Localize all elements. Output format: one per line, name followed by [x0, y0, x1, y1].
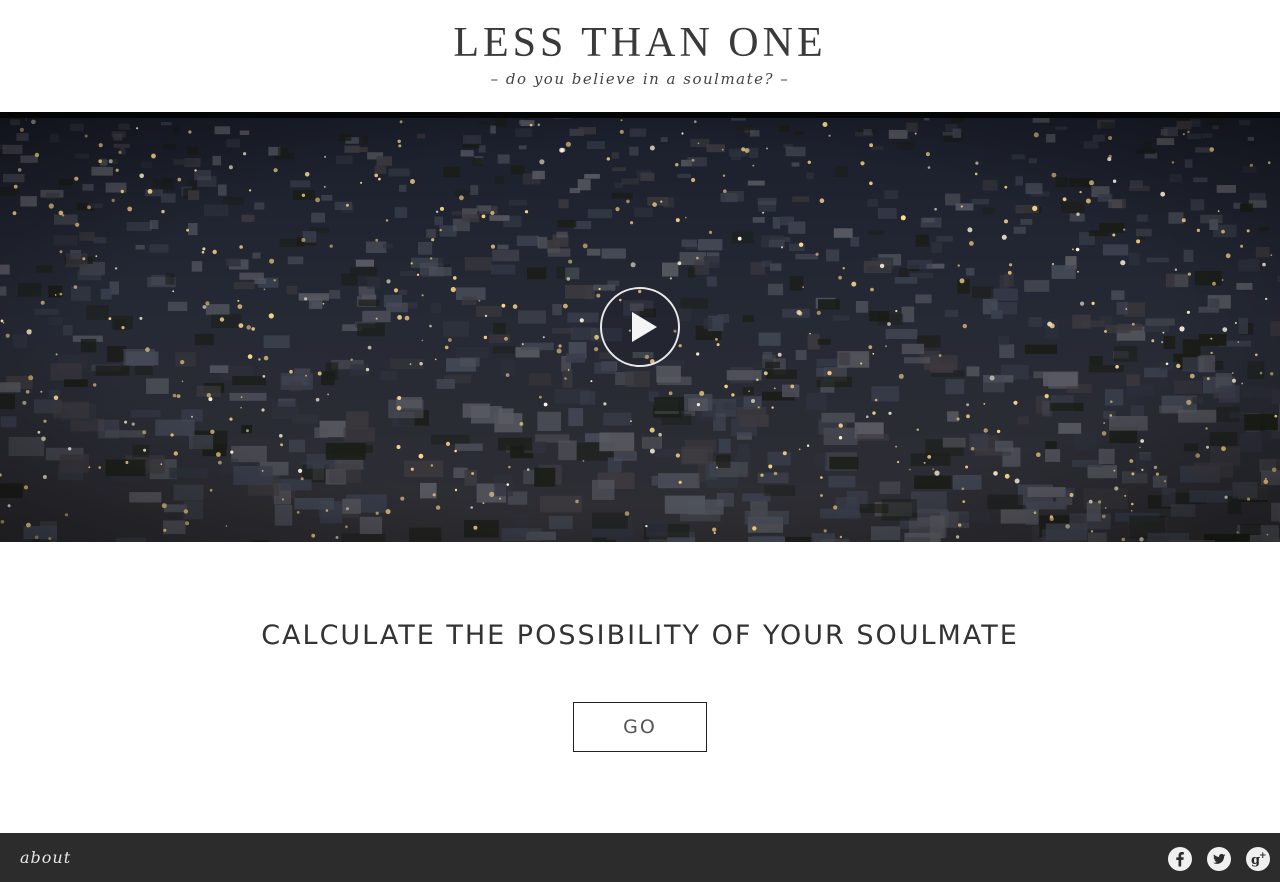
cta-heading: CALCULATE THE POSSIBILITY OF YOUR SOULMA… [261, 620, 1019, 651]
play-icon [632, 312, 657, 342]
about-link[interactable]: about [20, 847, 71, 869]
site-tagline: – do you believe in a soulmate? – [490, 70, 790, 88]
site-header: LESS THAN ONE – do you believe in a soul… [0, 0, 1280, 112]
go-button[interactable]: GO [573, 702, 707, 752]
video-top-bar [0, 112, 1280, 118]
cta-section: CALCULATE THE POSSIBILITY OF YOUR SOULMA… [0, 542, 1280, 833]
play-button[interactable] [600, 287, 680, 367]
site-footer: about g + [0, 833, 1280, 882]
facebook-icon[interactable] [1168, 847, 1192, 871]
site-title[interactable]: LESS THAN ONE [0, 18, 1280, 68]
twitter-icon[interactable] [1207, 847, 1231, 871]
svg-text:+: + [1259, 851, 1267, 861]
google-plus-icon[interactable]: g + [1246, 847, 1270, 871]
video-player[interactable] [0, 112, 1280, 542]
